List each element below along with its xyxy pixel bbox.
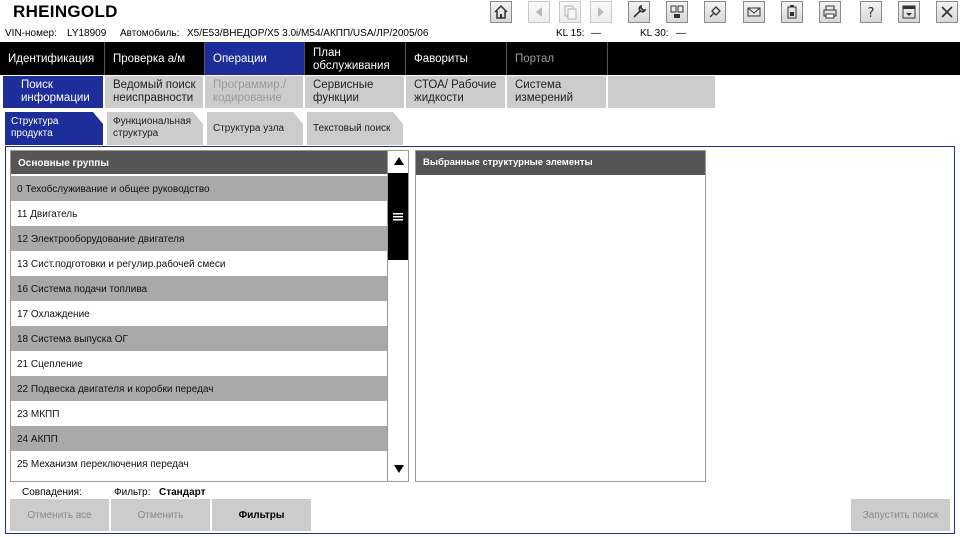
diagnostics-icon xyxy=(670,5,684,18)
document-button[interactable] xyxy=(559,1,581,23)
list-item[interactable]: 25 Механизм переключения передач xyxy=(11,451,388,479)
nav-vehicle-test[interactable]: Проверка а/м xyxy=(105,42,205,75)
subnav-empty xyxy=(608,76,717,108)
help-button[interactable]: ? xyxy=(860,1,882,23)
list-item[interactable]: 22 Подвеска двигателя и коробки передач xyxy=(11,376,388,401)
subnav-measurement[interactable]: Система измерений xyxy=(507,76,608,108)
nav-favorites[interactable]: Фавориты xyxy=(406,42,507,75)
main-nav: Идентификация Проверка а/м Операции План… xyxy=(0,42,960,75)
grip-icon xyxy=(393,212,403,220)
kl30-value: — xyxy=(676,28,686,39)
list-item[interactable]: 17 Охлаждение xyxy=(11,301,388,326)
vehicle-value: X5/E53/ВНЕДОР/X5 3.0i/M54/АКПП/USA/ЛР/20… xyxy=(187,28,429,39)
cancel-button[interactable]: Отменить xyxy=(111,499,210,531)
forward-button[interactable] xyxy=(590,1,612,23)
vehicle-info: VIN-номер: LY18909 Автомобиль: X5/E53/ВН… xyxy=(0,26,960,42)
matches-label: Совпадения: xyxy=(22,487,82,498)
scroll-down-button[interactable] xyxy=(389,460,408,478)
wrench-icon xyxy=(633,4,647,18)
sub-nav: Поиск информации Ведомый поиск неисправн… xyxy=(0,76,960,108)
connection-button[interactable] xyxy=(704,1,726,23)
app-logo: RHEINGOLD xyxy=(13,2,118,21)
mail-button[interactable] xyxy=(743,1,765,23)
home-icon xyxy=(494,4,508,19)
filters-button[interactable]: Фильтры xyxy=(212,499,311,531)
list-item[interactable]: 24 АКПП xyxy=(11,426,388,451)
tab-bar: Структура продукта Функциональная структ… xyxy=(0,110,960,146)
list-item[interactable]: 12 Электрооборудование двигателя xyxy=(11,226,388,251)
list-item[interactable]: 23 МКПП xyxy=(11,401,388,426)
triangle-down-icon xyxy=(393,465,404,473)
minimize-icon xyxy=(902,5,916,19)
print-button[interactable] xyxy=(819,1,841,23)
help-icon: ? xyxy=(868,6,875,20)
service-button[interactable] xyxy=(628,1,650,23)
filter-label: Фильтр: xyxy=(114,487,151,498)
arrow-left-icon xyxy=(536,7,542,17)
list-item[interactable]: 13 Сист.подготовки и регулир.рабочей сме… xyxy=(11,251,388,276)
list-item[interactable]: 11 Двигатель xyxy=(11,201,388,226)
cancel-all-button[interactable]: Отменить все xyxy=(10,499,109,531)
kl15-label: KL 15: xyxy=(556,28,585,39)
list-item[interactable]: 18 Система выпуска ОГ xyxy=(11,326,388,351)
subnav-workshop-fluids[interactable]: СТОА/ Рабочие жидкости xyxy=(406,76,507,108)
title-bar: RHEINGOLD ? xyxy=(0,0,960,26)
list-header: Основные группы xyxy=(11,151,388,174)
footer-info: Совпадения: Фильтр: Стандарт xyxy=(0,485,960,499)
home-button[interactable] xyxy=(490,1,512,23)
close-button[interactable] xyxy=(936,1,958,23)
triangle-up-icon xyxy=(393,157,404,165)
vin-value: LY18909 xyxy=(67,28,107,39)
kl15-value: — xyxy=(591,28,601,39)
list-scrollbar[interactable] xyxy=(387,151,408,481)
mail-icon xyxy=(747,7,761,17)
battery-icon xyxy=(787,5,797,19)
nav-portal[interactable]: Портал xyxy=(507,42,608,75)
arrow-right-icon xyxy=(598,7,604,17)
main-groups-list: Основные группы 0 Техобслуживание и обще… xyxy=(10,150,409,482)
battery-button[interactable] xyxy=(781,1,803,23)
selected-elements-panel: Выбранные структурные элементы xyxy=(415,150,706,482)
scroll-thumb[interactable] xyxy=(388,173,408,260)
diagnostics-button[interactable] xyxy=(666,1,688,23)
filter-value: Стандарт xyxy=(159,487,206,498)
subnav-info-search[interactable]: Поиск информации xyxy=(3,76,105,108)
close-icon xyxy=(941,6,953,18)
nav-identification[interactable]: Идентификация xyxy=(0,42,105,75)
subnav-programming[interactable]: Программир./ кодирование xyxy=(205,76,305,108)
subnav-guided-troubleshooting[interactable]: Ведомый поиск неисправности xyxy=(105,76,205,108)
svg-text:?: ? xyxy=(868,6,875,20)
printer-icon xyxy=(823,5,837,19)
vehicle-label: Автомобиль: xyxy=(120,28,180,39)
back-button[interactable] xyxy=(528,1,550,23)
tab-functional-structure[interactable]: Функциональная структура xyxy=(107,112,203,145)
tab-product-structure[interactable]: Структура продукта xyxy=(5,112,103,145)
list-item[interactable]: 21 Сцепление xyxy=(11,351,388,376)
scroll-up-button[interactable] xyxy=(389,152,408,170)
vin-label: VIN-номер: xyxy=(5,28,57,39)
list-item[interactable]: 16 Система подачи топлива xyxy=(11,276,388,301)
document-icon xyxy=(564,5,577,20)
tab-text-search[interactable]: Текстовый поиск xyxy=(307,112,403,145)
nav-service-plan[interactable]: План обслуживания xyxy=(305,42,406,75)
minimize-button[interactable] xyxy=(898,1,920,23)
kl30-label: KL 30: xyxy=(640,28,669,39)
nav-operations[interactable]: Операции xyxy=(205,42,305,75)
start-search-button[interactable]: Запустить поиск xyxy=(851,499,950,531)
list-item[interactable]: 0 Техобслуживание и общее руководство xyxy=(11,176,388,201)
tab-assembly-structure[interactable]: Структура узла xyxy=(207,112,303,145)
subnav-service-functions[interactable]: Сервисные функции xyxy=(305,76,406,108)
selected-elements-header: Выбранные структурные элементы xyxy=(416,151,705,175)
plug-icon xyxy=(709,6,721,18)
